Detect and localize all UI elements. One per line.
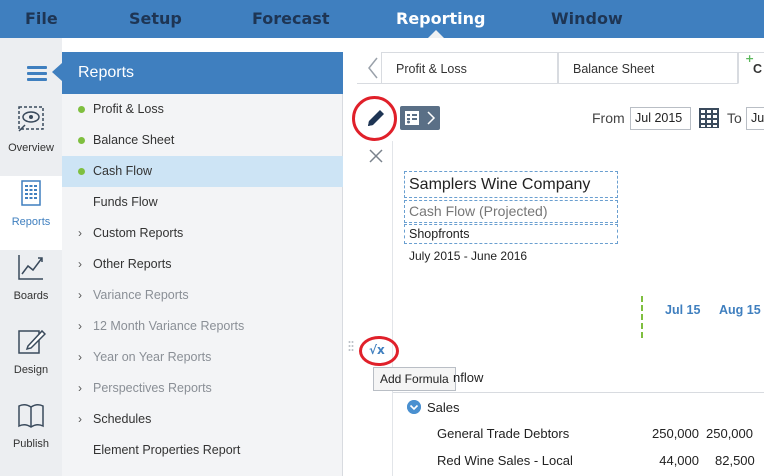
drag-handle-icon[interactable] <box>348 340 354 352</box>
design-icon <box>18 329 46 354</box>
menu-file[interactable]: File <box>25 0 58 38</box>
chevron-right-icon: › <box>78 226 82 240</box>
status-dot-icon <box>78 137 85 144</box>
reports-panel-title: Reports <box>62 52 343 94</box>
nav-overview[interactable]: Overview <box>0 102 62 176</box>
report-options-button[interactable] <box>400 106 440 130</box>
tab-new-indicator-icon: + <box>745 52 755 65</box>
row-label-general-trade-debtors: General Trade Debtors <box>437 426 570 441</box>
report-list-item[interactable]: › Year on Year Reports <box>62 342 343 373</box>
nav-publish[interactable]: Publish <box>0 398 62 472</box>
nav-reports-label: Reports <box>11 216 51 228</box>
report-list-item-label: Custom Reports <box>93 226 184 240</box>
row-value: 250,000 <box>706 426 753 441</box>
report-list-item[interactable]: › Other Reports <box>62 249 343 280</box>
report-list-item-label: Other Reports <box>93 257 172 271</box>
calendar-grid-icon[interactable] <box>698 107 720 129</box>
section-header-partial: nflow <box>453 370 484 385</box>
close-icon[interactable] <box>368 148 384 164</box>
report-list-item-label: Cash Flow <box>93 164 153 178</box>
boards-icon <box>18 255 43 280</box>
row-value: 44,000 <box>659 453 699 468</box>
active-menu-caret <box>428 30 444 38</box>
report-list-item-label: Variance Reports <box>93 288 189 302</box>
report-scope[interactable]: Shopfronts <box>404 224 618 244</box>
status-dot-icon <box>78 106 85 113</box>
chevron-right-icon: › <box>78 412 82 426</box>
nav-boards-label: Boards <box>13 290 49 302</box>
report-list-item[interactable]: Element Properties Report <box>62 435 343 466</box>
edit-pencil-icon[interactable] <box>365 107 387 129</box>
menu-window[interactable]: Window <box>551 0 623 38</box>
report-list-item[interactable]: › 12 Month Variance Reports <box>62 311 343 342</box>
report-list-item[interactable]: Funds Flow <box>62 187 343 218</box>
column-header-aug15: Aug 15 <box>719 303 761 317</box>
report-list-item-label: Element Properties Report <box>93 443 241 457</box>
report-list-item-label: Perspectives Reports <box>93 381 212 395</box>
report-list-item[interactable]: Cash Flow <box>62 156 343 187</box>
report-title[interactable]: Cash Flow (Projected) <box>404 200 618 223</box>
collapse-chevron-icon[interactable] <box>407 400 421 414</box>
report-list-item[interactable]: › Perspectives Reports <box>62 373 343 404</box>
section-divider <box>393 392 764 393</box>
hamburger-menu-icon[interactable] <box>27 66 47 82</box>
tab-scroll-left-icon[interactable] <box>366 56 380 80</box>
report-list-item[interactable]: › Variance Reports <box>62 280 343 311</box>
report-list-item[interactable]: › Schedules <box>62 404 343 435</box>
chevron-right-icon: › <box>78 350 82 364</box>
column-header-jul15: Jul 15 <box>665 303 701 317</box>
report-list-item-label: Profit & Loss <box>93 102 164 116</box>
overview-icon <box>18 106 44 132</box>
nav-overview-label: Overview <box>8 142 54 154</box>
left-nav: Overview Reports Boards Design Publish <box>0 38 62 476</box>
reports-panel: Reports Profit & Loss Balance Sheet Cash F… <box>62 52 343 476</box>
report-list-item[interactable]: Balance Sheet <box>62 125 343 156</box>
chevron-right-icon: › <box>78 319 82 333</box>
chevron-right-icon: › <box>78 381 82 395</box>
report-list-item[interactable]: › Custom Reports <box>62 218 343 249</box>
status-dot-icon <box>78 168 85 175</box>
add-formula-tooltip: Add Formula <box>373 367 456 391</box>
report-list-item-label: Schedules <box>93 412 152 426</box>
from-date-input[interactable]: Jul 2015 <box>630 107 691 130</box>
tab-profit-loss[interactable]: Profit & Loss <box>381 52 558 84</box>
nav-design[interactable]: Design <box>0 324 62 398</box>
report-list-item[interactable]: Profit & Loss <box>62 94 343 125</box>
report-list-item-label: Balance Sheet <box>93 133 175 147</box>
menu-forecast[interactable]: Forecast <box>252 0 329 38</box>
report-company-name[interactable]: Samplers Wine Company <box>404 171 618 198</box>
report-period: July 2015 - June 2016 <box>409 249 528 263</box>
nav-boards[interactable]: Boards <box>0 250 62 324</box>
nav-design-label: Design <box>13 364 49 376</box>
top-menu-bar: File Setup Forecast Reporting Window <box>0 0 764 38</box>
reports-icon <box>21 180 41 206</box>
nav-reports[interactable]: Reports <box>0 176 62 250</box>
row-value: 250,000 <box>652 426 699 441</box>
report-left-divider <box>392 141 393 476</box>
chevron-right-icon <box>427 111 436 125</box>
reports-panel-pointer <box>52 63 62 81</box>
add-formula-icon[interactable]: √x <box>369 343 385 357</box>
report-list-item-label: 12 Month Variance Reports <box>93 319 245 333</box>
sales-group-label: Sales <box>427 400 460 415</box>
tab-balance-sheet[interactable]: Balance Sheet <box>558 52 738 84</box>
nav-publish-label: Publish <box>12 438 50 450</box>
from-label: From <box>592 110 625 126</box>
chevron-right-icon: › <box>78 288 82 302</box>
report-list-item-label: Year on Year Reports <box>93 350 212 364</box>
row-value: 82,500 <box>715 453 755 468</box>
report-list-item-label: Funds Flow <box>93 195 158 209</box>
to-date-input[interactable]: Ju <box>746 107 764 130</box>
period-start-marker <box>641 296 643 338</box>
report-settings-icon <box>405 111 419 125</box>
menu-setup[interactable]: Setup <box>129 0 182 38</box>
to-label: To <box>727 110 742 126</box>
publish-icon <box>18 403 44 428</box>
row-label-red-wine-sales-local: Red Wine Sales - Local <box>437 453 573 468</box>
chevron-right-icon: › <box>78 257 82 271</box>
